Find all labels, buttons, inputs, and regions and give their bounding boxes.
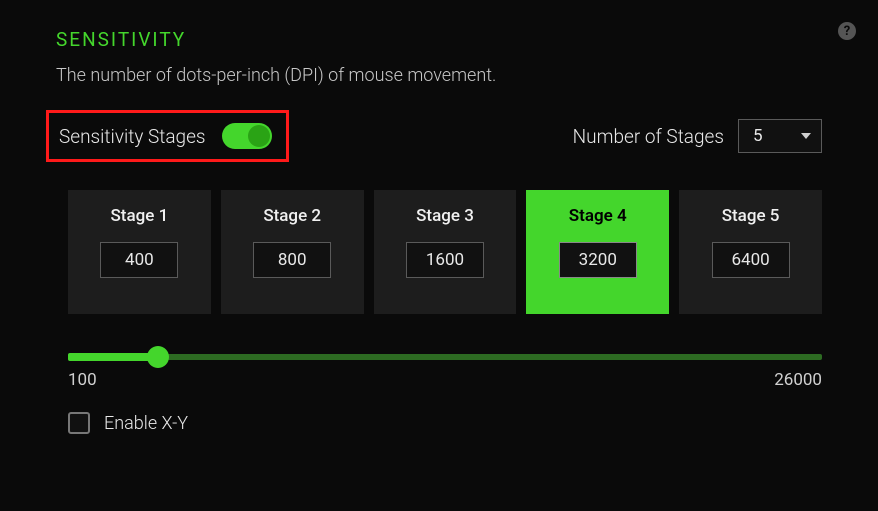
stage-3-input[interactable] xyxy=(406,242,484,278)
help-icon[interactable]: ? xyxy=(838,22,856,40)
stage-label: Stage 4 xyxy=(569,206,627,226)
number-of-stages-select[interactable]: 5 xyxy=(738,119,822,153)
slider-range-labels: 100 26000 xyxy=(56,370,822,390)
stage-5[interactable]: Stage 5 xyxy=(679,190,822,314)
stage-4-input[interactable] xyxy=(559,242,637,278)
number-of-stages-group: Number of Stages 5 xyxy=(573,119,822,153)
stage-list: Stage 1 Stage 2 Stage 3 Stage 4 Stage 5 xyxy=(56,190,822,314)
enable-xy-group: Enable X-Y xyxy=(56,412,822,434)
stage-2-input[interactable] xyxy=(253,242,331,278)
sensitivity-stages-label: Sensitivity Stages xyxy=(59,125,206,148)
stage-label: Stage 1 xyxy=(111,206,169,226)
stage-label: Stage 5 xyxy=(722,206,780,226)
sensitivity-stages-group: Sensitivity Stages xyxy=(46,110,289,162)
section-description: The number of dots-per-inch (DPI) of mou… xyxy=(56,65,822,86)
enable-xy-label: Enable X-Y xyxy=(104,413,188,434)
stage-1[interactable]: Stage 1 xyxy=(68,190,211,314)
stage-4[interactable]: Stage 4 xyxy=(526,190,669,314)
stage-label: Stage 3 xyxy=(416,206,474,226)
number-of-stages-value: 5 xyxy=(753,126,763,146)
stage-1-input[interactable] xyxy=(100,242,178,278)
number-of-stages-label: Number of Stages xyxy=(573,125,724,148)
section-title: SENSITIVITY xyxy=(56,28,822,51)
sensitivity-stages-toggle[interactable] xyxy=(222,123,272,149)
slider-track xyxy=(68,354,822,360)
slider-min-label: 100 xyxy=(68,370,97,390)
sensitivity-panel: ? SENSITIVITY The number of dots-per-inc… xyxy=(0,0,878,454)
slider-fill xyxy=(68,353,158,361)
toggle-knob xyxy=(248,125,270,147)
stage-3[interactable]: Stage 3 xyxy=(374,190,517,314)
stages-controls-row: Sensitivity Stages Number of Stages 5 xyxy=(56,110,822,162)
slider-thumb[interactable] xyxy=(147,346,169,368)
stage-label: Stage 2 xyxy=(263,206,321,226)
stage-5-input[interactable] xyxy=(712,242,790,278)
chevron-down-icon xyxy=(801,133,811,139)
stage-2[interactable]: Stage 2 xyxy=(221,190,364,314)
dpi-slider[interactable] xyxy=(56,354,822,360)
enable-xy-checkbox[interactable] xyxy=(68,412,90,434)
slider-max-label: 26000 xyxy=(774,370,822,390)
